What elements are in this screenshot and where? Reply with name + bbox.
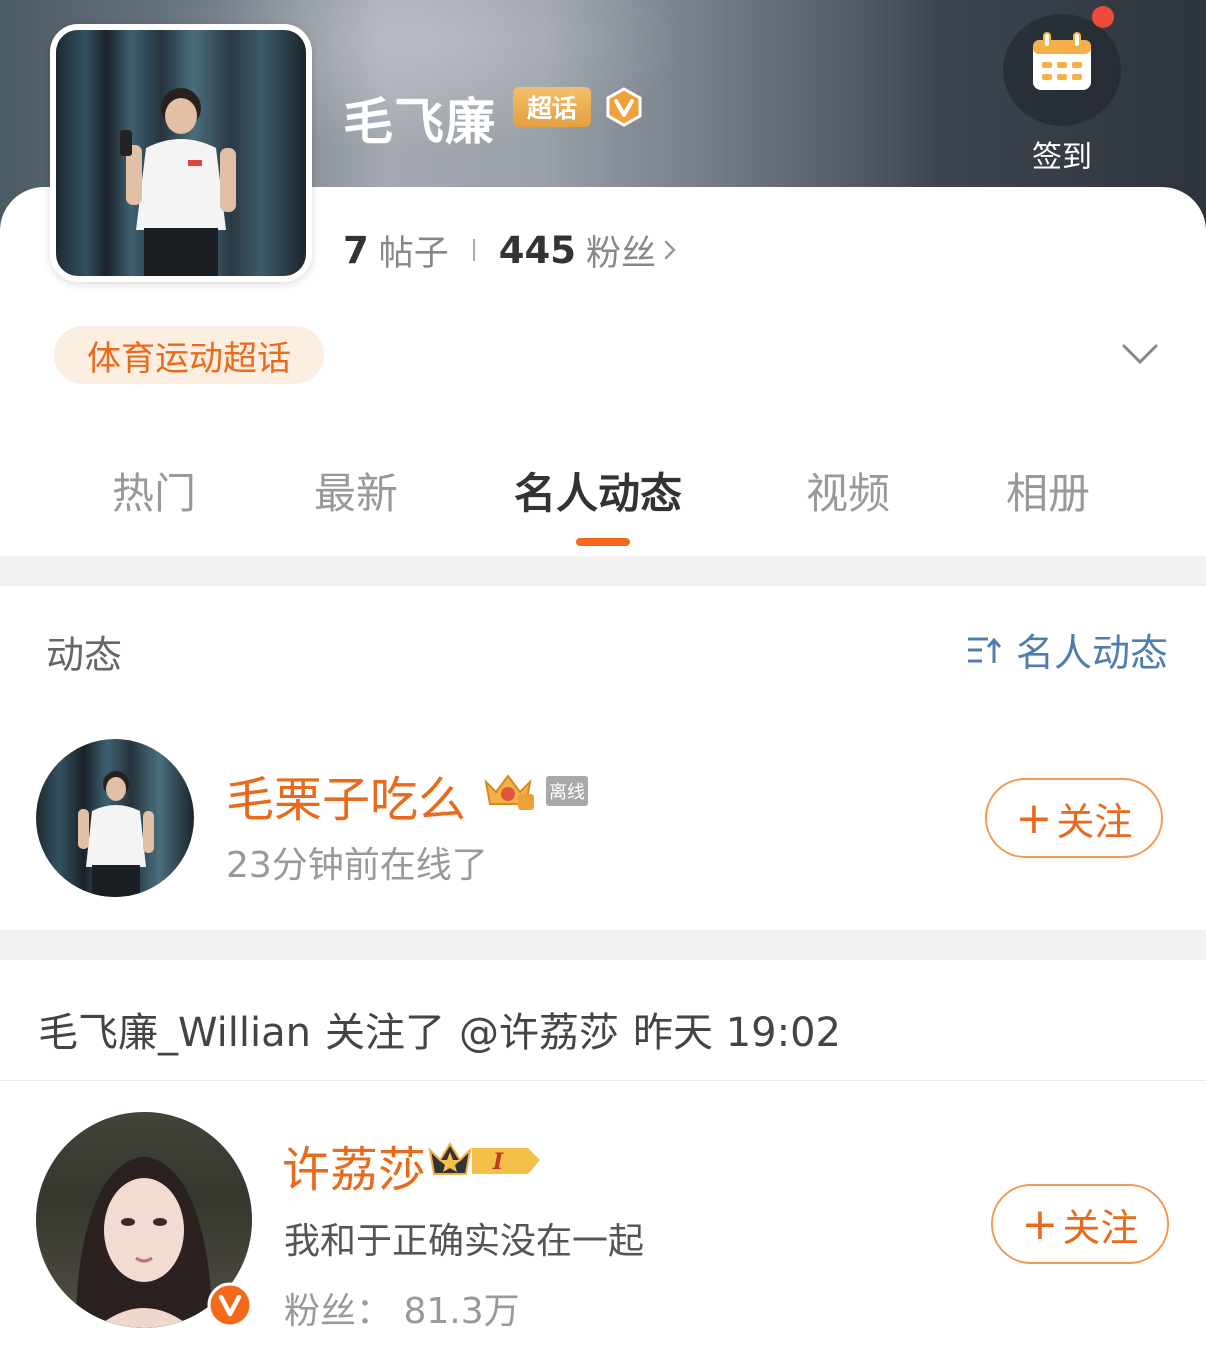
crown-badge-icon <box>484 774 534 810</box>
tab-bar: 热门 最新 名人动态 视频 相册 <box>0 460 1206 530</box>
filter-button[interactable]: 名人动态 <box>966 622 1168 677</box>
active-tab-indicator <box>576 538 630 546</box>
section-title: 动态 <box>46 633 123 677</box>
activity-target[interactable]: @许荔莎 <box>459 1010 619 1056</box>
crown-level-badge-icon: I <box>428 1142 540 1175</box>
divider <box>0 1080 1206 1081</box>
sort-icon <box>967 637 1002 663</box>
online-status: 23分钟前在线了 <box>226 845 488 886</box>
topic-title: 毛飞廉 <box>343 93 496 151</box>
activity-entry[interactable]: 毛飞廉_Willian 关注了 @许荔莎 昨天 19:02 <box>38 1000 855 1058</box>
posts-label: 帖子 <box>378 233 449 274</box>
posts-count: 7 <box>343 228 369 272</box>
follow-label: 关注 <box>1062 1205 1139 1250</box>
notification-dot <box>1092 6 1114 28</box>
tab-latest[interactable]: 最新 <box>314 460 398 521</box>
fans-label: 粉丝 <box>586 233 657 274</box>
topic-stats[interactable]: 7 帖子 445 粉丝 <box>343 228 680 274</box>
user-fans-count: 粉丝： 81.3万 <box>284 1291 520 1332</box>
checkin-label[interactable]: 签到 <box>1020 132 1104 176</box>
tab-hot[interactable]: 热门 <box>112 460 196 521</box>
activity-time: 昨天 19:02 <box>633 1010 841 1056</box>
chevron-down-icon[interactable] <box>1120 338 1160 370</box>
plus-icon: + <box>1021 1198 1059 1250</box>
user-name[interactable]: 许荔莎 <box>282 1130 426 1200</box>
calendar-icon <box>1033 32 1091 90</box>
super-topic-badge: 超话 <box>513 87 591 127</box>
section-separator <box>0 556 1206 586</box>
topic-cover-image[interactable] <box>50 24 312 282</box>
person-photo-icon <box>120 88 236 276</box>
offline-badge: 离线 <box>546 776 588 806</box>
section-separator <box>0 930 1206 960</box>
user-description: 我和于正确实没在一起 <box>284 1221 645 1262</box>
tab-album[interactable]: 相册 <box>1006 460 1090 521</box>
activity-action: 关注了 <box>325 1010 445 1056</box>
verified-badge-icon <box>207 1282 253 1328</box>
user-name[interactable]: 毛栗子吃么 <box>226 760 466 830</box>
person-photo-icon <box>78 771 154 897</box>
user-avatar[interactable] <box>36 739 194 897</box>
plus-icon: + <box>1015 792 1053 844</box>
stats-divider <box>472 239 475 261</box>
chevron-right-icon <box>664 240 676 260</box>
filter-label: 名人动态 <box>1015 631 1168 675</box>
fans-count: 445 <box>498 228 576 272</box>
verified-badge-icon <box>606 87 642 127</box>
category-tag[interactable]: 体育运动超话 <box>54 326 324 384</box>
follow-button[interactable]: + 关注 <box>985 778 1163 858</box>
follow-label: 关注 <box>1056 799 1133 844</box>
svg-text:I: I <box>492 1149 504 1175</box>
tab-celebrity-activity[interactable]: 名人动态 <box>514 460 682 521</box>
tab-video[interactable]: 视频 <box>806 460 890 521</box>
activity-actor[interactable]: 毛飞廉_Willian <box>38 1010 311 1056</box>
follow-button[interactable]: + 关注 <box>991 1184 1169 1264</box>
